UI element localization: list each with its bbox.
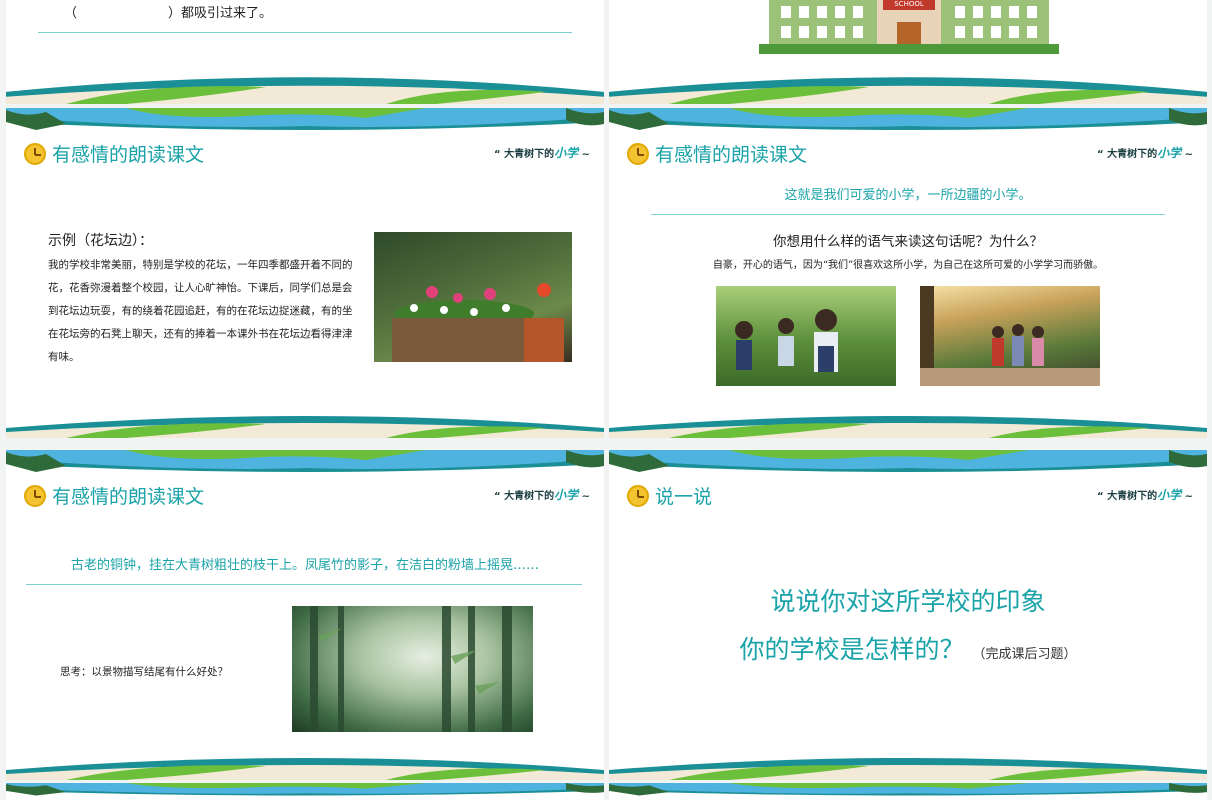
flower-pot-photo — [374, 232, 572, 362]
brand-logo: “ 大青树下的小学 ~ — [1097, 488, 1193, 502]
slide-title: 有感情的朗读课文 — [52, 144, 205, 166]
slide-3-scenery-ending[interactable]: 有感情的朗读课文 “ 大青树下的小学 ~ 古老的铜钟，挂在大青树粗壮的枝干上。凤… — [6, 450, 604, 780]
school-building-illustration — [759, 0, 1059, 54]
wave-band-decoration — [609, 758, 1207, 780]
wave-band-decoration — [6, 416, 604, 438]
discussion-question: 你的学校是怎样的？ （完成课后习题） — [739, 635, 1077, 664]
alarm-clock-icon — [24, 142, 46, 165]
slide-title: 说一说 — [655, 486, 713, 508]
slide-header: 说一说 — [627, 482, 712, 509]
wave-band-decoration — [6, 77, 604, 104]
wave-band-decoration — [609, 450, 1207, 480]
fill-blank-sentence: （ ）都吸引过来了。 — [64, 6, 273, 21]
slide-1-reading-example[interactable]: 有感情的朗读课文 “ 大青树下的小学 ~ 示例（花坛边）： 我的学校非常美丽，特… — [6, 108, 604, 438]
answer: 自豪，开心的语气，因为“我们”很喜欢这所小学，为自己在这所可爱的小学学习而骄傲。 — [712, 260, 1104, 271]
example-body: 我的学校非常美丽，特别是学校的花坛，一年四季都盛开着不同的花，花香弥漫着整个校园… — [48, 259, 353, 363]
wave-band-decoration — [609, 416, 1207, 438]
alarm-clock-icon — [627, 484, 649, 507]
example-title: 示例（花坛边）： — [48, 233, 153, 249]
question: 你想用什么样的语气来读这句话呢？为什么？ — [773, 234, 1043, 250]
think-question: 思考：以景物描写结尾有什么好处？ — [60, 666, 228, 678]
slide-title: 有感情的朗读课文 — [52, 486, 205, 508]
quote-sentence: 这就是我们可爱的小学，一所边疆的小学。 — [784, 188, 1032, 203]
divider — [38, 32, 572, 33]
alarm-clock-icon — [24, 484, 46, 507]
wave-band-decoration — [6, 108, 604, 138]
wave-band-decoration — [6, 758, 604, 780]
discussion-prompt: 说说你对这所学校的印象 — [770, 587, 1046, 616]
slide-title: 有感情的朗读课文 — [655, 144, 808, 166]
slide-header: 有感情的朗读课文 — [24, 482, 204, 509]
children-running-photo — [716, 286, 896, 386]
bamboo-forest-photo — [292, 606, 533, 732]
brand-logo: “ 大青树下的小学 ~ — [494, 146, 590, 160]
wave-band-decoration — [609, 783, 1207, 800]
divider — [651, 214, 1165, 215]
slide-2-reading-tone[interactable]: 有感情的朗读课文 “ 大青树下的小学 ~ 这就是我们可爱的小学，一所边疆的小学。… — [609, 108, 1207, 438]
children-walking-photo — [920, 286, 1100, 386]
previous-slide-fragment-left: （ ）都吸引过来了。 — [6, 0, 604, 104]
next-slide-fragment-left — [6, 783, 604, 800]
alarm-clock-icon — [627, 142, 649, 165]
divider — [26, 584, 582, 585]
wave-band-decoration — [609, 108, 1207, 138]
wave-band-decoration — [6, 783, 604, 800]
text-excerpt: 古老的铜钟，挂在大青树粗壮的枝干上。凤尾竹的影子，在洁白的粉墙上摇晃…… — [70, 558, 539, 573]
school-sign: SCHOOL — [894, 0, 924, 8]
wave-band-decoration — [6, 450, 604, 480]
exercise-note: （完成课后习题） — [972, 647, 1077, 662]
slide-4-discussion[interactable]: 说一说 “ 大青树下的小学 ~ 说说你对这所学校的印象 你的学校是怎样的？ （完成… — [609, 450, 1207, 780]
slide-header: 有感情的朗读课文 — [627, 140, 807, 167]
wave-band-decoration — [609, 77, 1207, 104]
next-slide-fragment-right — [609, 783, 1207, 800]
brand-logo: “ 大青树下的小学 ~ — [494, 488, 590, 502]
slide-header: 有感情的朗读课文 — [24, 140, 204, 167]
previous-slide-fragment-right: SCHOOL — [609, 0, 1207, 104]
brand-logo: “ 大青树下的小学 ~ — [1097, 146, 1193, 160]
